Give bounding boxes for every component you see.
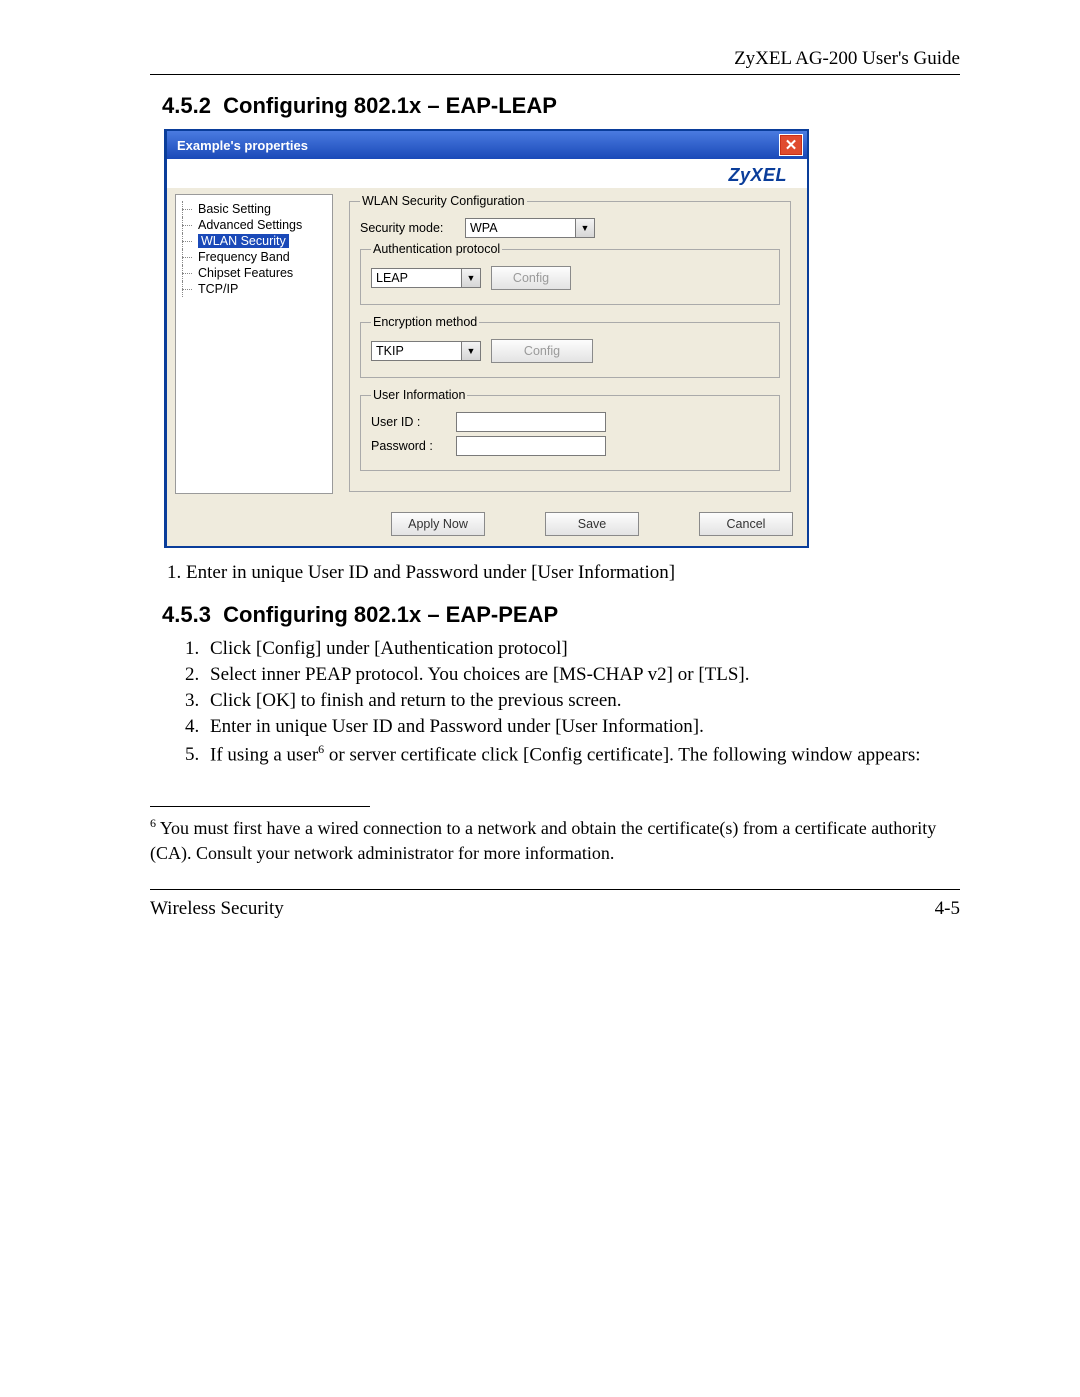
dialog-titlebar[interactable]: Example's properties ✕ (167, 131, 807, 159)
tree-item-advanced[interactable]: Advanced Settings (180, 217, 328, 233)
tree-item-label: Chipset Features (198, 266, 293, 280)
settings-tree[interactable]: Basic Setting Advanced Settings WLAN Sec… (175, 194, 333, 494)
auth-protocol-group: Authentication protocol LEAP ▼ Config (360, 242, 780, 305)
section-453-heading: 4.5.3 Configuring 802.1x – EAP-PEAP (162, 602, 960, 628)
cancel-button[interactable]: Cancel (699, 512, 793, 536)
footnote-rule (150, 806, 370, 807)
tree-item-label: WLAN Security (198, 234, 289, 248)
list-item: Click [Config] under [Authentication pro… (204, 638, 960, 660)
user-legend: User Information (371, 388, 467, 402)
tree-item-basic[interactable]: Basic Setting (180, 201, 328, 217)
enc-legend: Encryption method (371, 315, 479, 329)
user-info-group: User Information User ID : Password : (360, 388, 780, 471)
encryption-value: TKIP (376, 344, 404, 358)
auth-legend: Authentication protocol (371, 242, 502, 256)
doc-header: ZyXEL AG-200 User's Guide (150, 48, 960, 70)
step5-part-b: or server certificate click [Config cert… (324, 744, 920, 765)
tree-item-wlan-security[interactable]: WLAN Security (180, 233, 328, 249)
section-452-steps: Enter in unique User ID and Password und… (186, 562, 960, 584)
tree-item-label: Frequency Band (198, 250, 290, 264)
security-mode-label: Security mode: (360, 221, 455, 235)
close-icon[interactable]: ✕ (779, 134, 803, 156)
section-452-number: 4.5.2 (162, 93, 211, 118)
footer-left: Wireless Security (150, 898, 284, 920)
apply-now-button[interactable]: Apply Now (391, 512, 485, 536)
step5-part-a: If using a user (210, 744, 318, 765)
tree-item-label: Basic Setting (198, 202, 271, 216)
section-453-title: Configuring 802.1x – EAP-PEAP (223, 602, 558, 627)
user-id-label: User ID : (371, 415, 446, 429)
password-field[interactable] (456, 436, 606, 456)
tree-item-label: TCP/IP (198, 282, 238, 296)
wlan-group-legend: WLAN Security Configuration (360, 194, 527, 208)
brand-row: ZyXEL (167, 159, 807, 188)
header-rule (150, 74, 960, 75)
section-453-steps: Click [Config] under [Authentication pro… (186, 638, 960, 766)
list-item: Select inner PEAP protocol. You choices … (204, 664, 960, 686)
tree-item-frequency[interactable]: Frequency Band (180, 249, 328, 265)
auth-config-button[interactable]: Config (491, 266, 571, 290)
security-mode-select[interactable]: WPA ▼ (465, 218, 595, 238)
section-453-number: 4.5.3 (162, 602, 211, 627)
section-452-title: Configuring 802.1x – EAP-LEAP (223, 93, 557, 118)
user-id-field[interactable] (456, 412, 606, 432)
security-mode-value: WPA (470, 221, 498, 235)
chevron-down-icon: ▼ (461, 342, 480, 360)
list-item: Enter in unique User ID and Password und… (204, 716, 960, 738)
section-452-heading: 4.5.2 Configuring 802.1x – EAP-LEAP (162, 93, 960, 119)
enc-config-button[interactable]: Config (491, 339, 593, 363)
encryption-select[interactable]: TKIP ▼ (371, 341, 481, 361)
save-button[interactable]: Save (545, 512, 639, 536)
list-item: Enter in unique User ID and Password und… (186, 562, 960, 584)
tree-item-tcpip[interactable]: TCP/IP (180, 281, 328, 297)
auth-protocol-value: LEAP (376, 271, 408, 285)
dialog-title: Example's properties (177, 138, 308, 153)
footnote-text: You must first have a wired connection t… (150, 818, 936, 862)
list-item: If using a user6 or server certificate c… (204, 742, 960, 766)
password-label: Password : (371, 439, 446, 453)
list-item: Click [OK] to finish and return to the p… (204, 690, 960, 712)
properties-dialog: Example's properties ✕ ZyXEL Basic Setti… (164, 129, 809, 548)
tree-item-chipset[interactable]: Chipset Features (180, 265, 328, 281)
chevron-down-icon: ▼ (575, 219, 594, 237)
wlan-security-group: WLAN Security Configuration Security mod… (349, 194, 791, 492)
footer-rule (150, 889, 960, 890)
brand-logo: ZyXEL (728, 165, 787, 185)
footnote: 6 You must first have a wired connection… (150, 815, 960, 865)
chevron-down-icon: ▼ (461, 269, 480, 287)
tree-item-label: Advanced Settings (198, 218, 302, 232)
encryption-group: Encryption method TKIP ▼ Config (360, 315, 780, 378)
footer-right: 4-5 (935, 898, 960, 920)
auth-protocol-select[interactable]: LEAP ▼ (371, 268, 481, 288)
